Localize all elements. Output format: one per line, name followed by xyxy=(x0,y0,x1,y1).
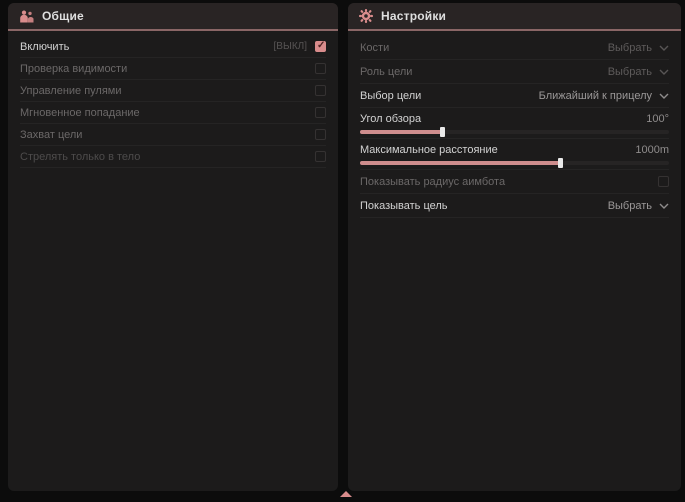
slider-fill xyxy=(360,161,561,165)
target-role-dropdown[interactable]: Выбрать xyxy=(608,66,669,78)
chevron-down-icon xyxy=(659,93,669,99)
max-distance-slider[interactable] xyxy=(360,158,669,168)
chevron-down-icon xyxy=(659,69,669,75)
panel-settings: Настройки Кости Выбрать Роль цели Выбрат… xyxy=(348,3,681,491)
slider-value: 100° xyxy=(646,113,669,125)
row-label: Максимальное расстояние xyxy=(360,144,498,156)
row-max-distance: Максимальное расстояние 1000m xyxy=(360,139,669,170)
dropdown-value: Выбрать xyxy=(608,42,652,54)
bullet-control-checkbox[interactable] xyxy=(315,85,326,96)
row-target-selection: Выбор цели Ближайший к прицелу xyxy=(360,84,669,108)
users-icon xyxy=(19,10,34,23)
row-label: Роль цели xyxy=(360,66,412,78)
row-label: Проверка видимости xyxy=(20,63,127,75)
row-show-aimbot-radius: Показывать радиус аимбота xyxy=(360,170,669,194)
panel-title: Настройки xyxy=(381,9,446,23)
slider-fill xyxy=(360,130,443,134)
panel-title: Общие xyxy=(42,9,84,23)
row-label: Угол обзора xyxy=(360,113,421,125)
chevron-down-icon xyxy=(659,203,669,209)
row-label: Стрелять только в тело xyxy=(20,151,140,163)
row-visibility-check: Проверка видимости xyxy=(20,58,326,80)
hotkey-tag: [ВЫКЛ] xyxy=(274,41,307,52)
show-target-dropdown[interactable]: Выбрать xyxy=(608,200,669,212)
menu-collapse-arrow-icon[interactable] xyxy=(340,491,352,497)
row-label: Показывать радиус аимбота xyxy=(360,176,505,188)
dropdown-value: Выбрать xyxy=(608,66,652,78)
slider-handle[interactable] xyxy=(440,127,445,137)
enable-checkbox[interactable] xyxy=(315,41,326,52)
row-enable: Включить [ВЫКЛ] xyxy=(20,36,326,58)
row-fov: Угол обзора 100° xyxy=(360,108,669,139)
fov-slider[interactable] xyxy=(360,127,669,137)
show-aimbot-radius-checkbox[interactable] xyxy=(658,176,669,187)
row-bones: Кости Выбрать xyxy=(360,36,669,60)
row-bullet-control: Управление пулями xyxy=(20,80,326,102)
dropdown-value: Выбрать xyxy=(608,200,652,212)
row-label: Мгновенное попадание xyxy=(20,107,140,119)
row-instant-hit: Мгновенное попадание xyxy=(20,102,326,124)
row-label: Выбор цели xyxy=(360,90,421,102)
row-show-target: Показывать цель Выбрать xyxy=(360,194,669,218)
body-only-checkbox[interactable] xyxy=(315,151,326,162)
row-target-lock: Захват цели xyxy=(20,124,326,146)
row-label: Управление пулями xyxy=(20,85,122,97)
visibility-check-checkbox[interactable] xyxy=(315,63,326,74)
target-selection-dropdown[interactable]: Ближайший к прицелу xyxy=(539,90,669,102)
panel-settings-header: Настройки xyxy=(348,3,681,31)
dropdown-value: Ближайший к прицелу xyxy=(539,90,652,102)
slider-handle[interactable] xyxy=(558,158,563,168)
panel-general: Общие Включить [ВЫКЛ] Проверка видимости… xyxy=(8,3,338,491)
panel-general-header: Общие xyxy=(8,3,338,31)
target-lock-checkbox[interactable] xyxy=(315,129,326,140)
row-label: Включить xyxy=(20,41,69,53)
row-target-role: Роль цели Выбрать xyxy=(360,60,669,84)
row-label: Показывать цель xyxy=(360,200,448,212)
row-body-only: Стрелять только в тело xyxy=(20,146,326,168)
row-label: Кости xyxy=(360,42,389,54)
row-label: Захват цели xyxy=(20,129,82,141)
instant-hit-checkbox[interactable] xyxy=(315,107,326,118)
bones-dropdown[interactable]: Выбрать xyxy=(608,42,669,54)
slider-value: 1000m xyxy=(635,144,669,156)
gear-icon xyxy=(359,9,373,23)
chevron-down-icon xyxy=(659,45,669,51)
